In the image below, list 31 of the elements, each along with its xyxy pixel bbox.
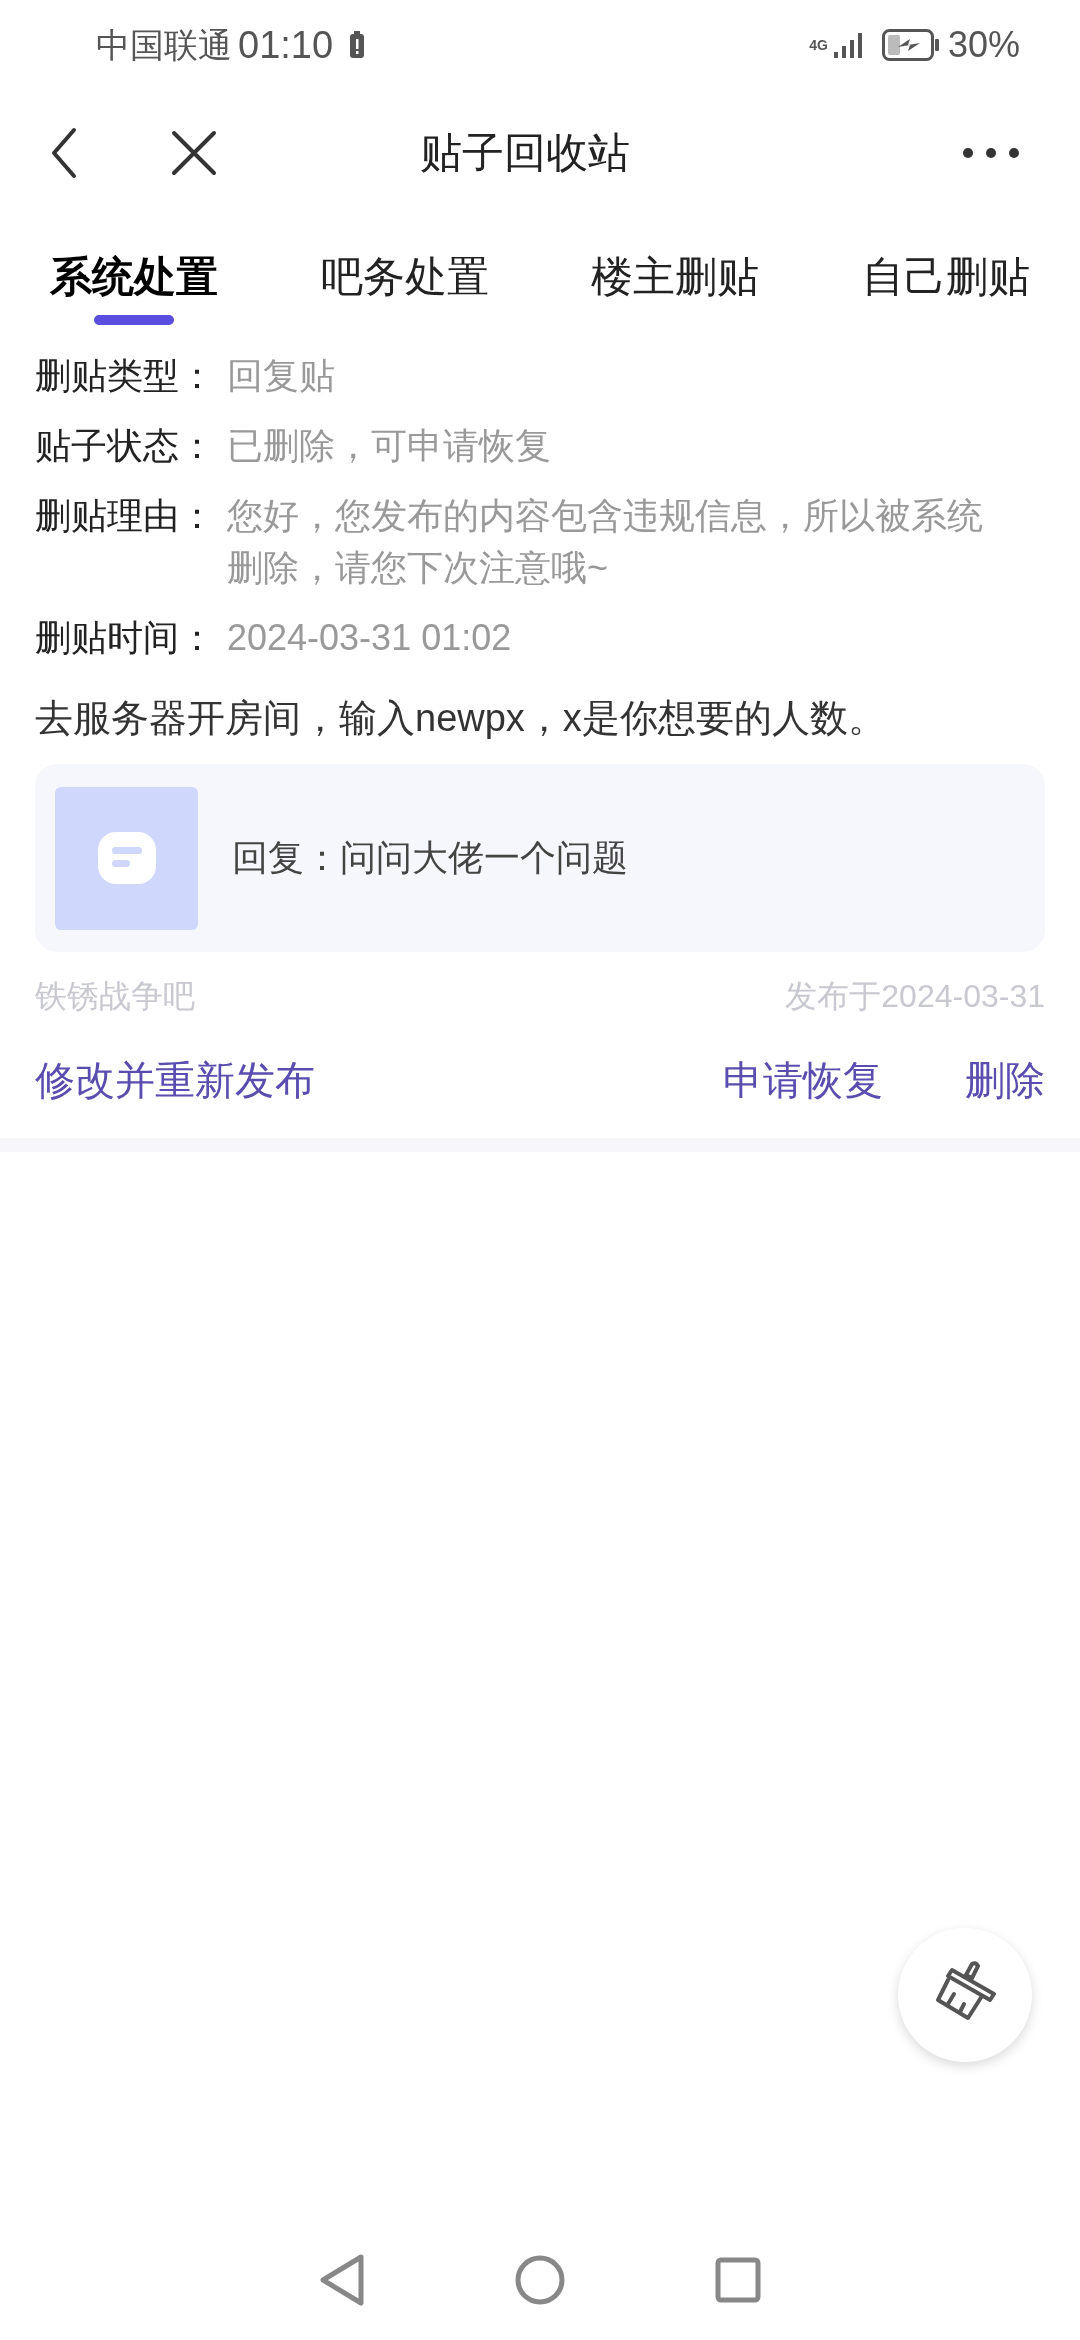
detail-label: 贴子状态：	[35, 424, 215, 468]
detail-value: 回复贴	[227, 354, 336, 398]
battery-charging-icon	[881, 29, 940, 61]
tab[interactable]: 自己删贴	[861, 215, 1030, 340]
action-link[interactable]: 删除	[965, 1050, 1045, 1110]
action-link[interactable]: 申请恢复	[723, 1050, 883, 1110]
tab[interactable]: 系统处置	[50, 215, 218, 340]
detail-label: 删贴类型：	[35, 354, 215, 398]
close-button[interactable]	[170, 128, 218, 177]
action-link[interactable]: 修改并重新发布	[35, 1050, 315, 1110]
clock: 01:10	[238, 22, 334, 68]
tab[interactable]: 吧务处置	[320, 215, 489, 340]
more-icon	[962, 146, 1020, 159]
page-title: 贴子回收站	[420, 128, 630, 178]
detail-value: 已删除，可申请恢复	[227, 424, 552, 468]
recents-nav-icon[interactable]	[715, 2257, 761, 2303]
network-type: 4G	[809, 38, 828, 52]
chat-icon	[97, 832, 156, 884]
post-content: 去服务器开房间，输入newpx，x是你想要的人数。	[35, 696, 887, 741]
quoted-post-card[interactable]: 回复：问问大佬一个问题	[35, 764, 1045, 952]
detail-label: 删贴理由：	[35, 494, 215, 538]
detail-value: 2024-03-31 01:02	[227, 616, 513, 660]
carrier-name: 中国联通	[96, 24, 232, 66]
home-nav-icon[interactable]	[515, 2255, 565, 2305]
tab[interactable]: 楼主删贴	[591, 215, 760, 340]
quoted-post-title: 回复：问问大佬一个问题	[232, 836, 628, 880]
detail-label: 删贴时间：	[35, 616, 215, 660]
detail-value: 您好，您发布的内容包含违规信息，所以被系统删除，请您下次注意哦~	[227, 494, 984, 590]
alert-icon	[349, 31, 366, 59]
battery-level: 30%	[947, 23, 1020, 67]
back-nav-icon[interactable]	[319, 2254, 365, 2306]
